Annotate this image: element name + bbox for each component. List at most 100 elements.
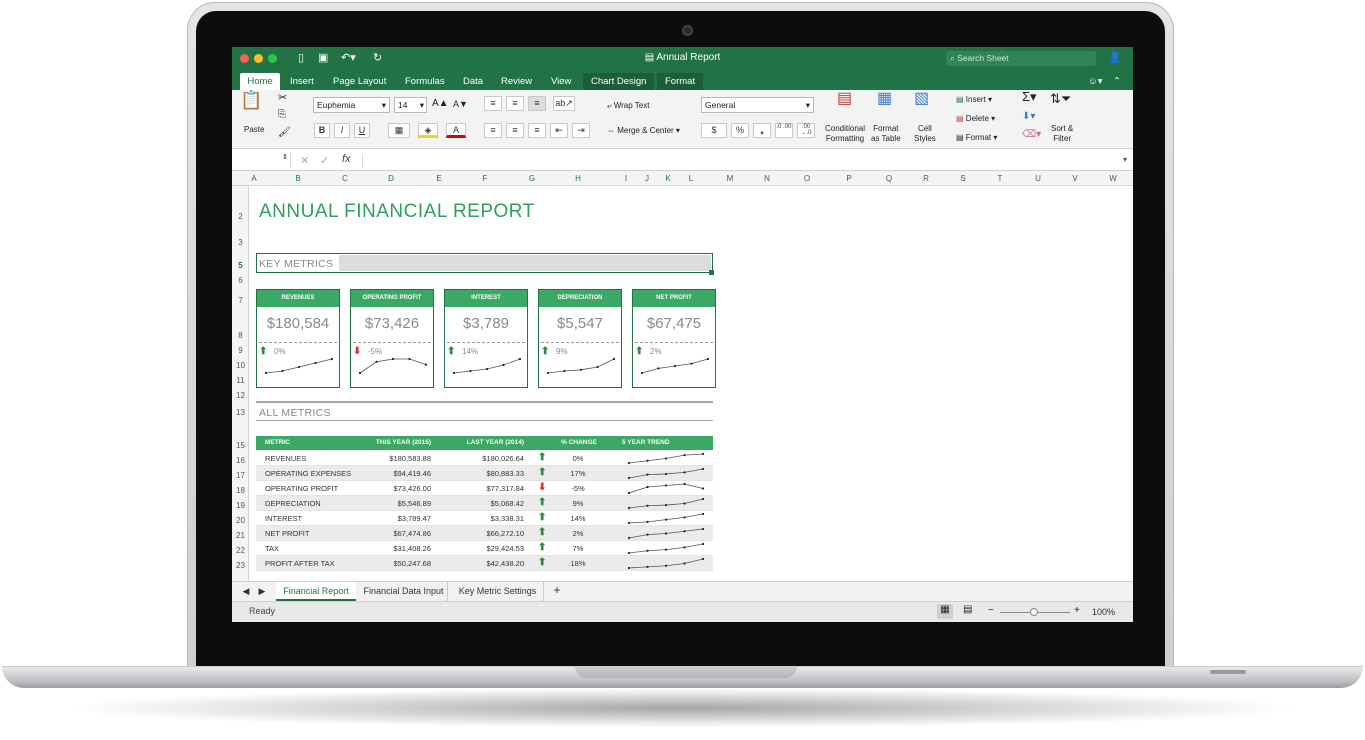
shrink-font-button[interactable]: A▼	[453, 99, 468, 109]
row-header[interactable]: 9	[232, 346, 249, 355]
cell-pct-change[interactable]: -5%	[556, 484, 600, 493]
cell-metric[interactable]: PROFIT AFTER TAX	[265, 559, 335, 568]
cell-styles-icon[interactable]: ▧	[914, 91, 929, 107]
cell-this-year[interactable]: $31,408.26	[356, 544, 431, 553]
table-row[interactable]: TAX $31,408.26 $29,424.53 ⬆ 7%	[256, 541, 713, 556]
next-sheet-icon[interactable]: ▶	[256, 582, 268, 601]
table-row[interactable]: OPERATING EXPENSES $94,419.46 $80,883.33…	[256, 466, 713, 481]
normal-view-icon[interactable]: ▦	[937, 604, 953, 619]
col-header[interactable]: E	[429, 174, 449, 183]
col-header[interactable]: N	[757, 174, 777, 183]
page-layout-view-icon[interactable]: ▤	[963, 604, 972, 615]
percent-button[interactable]: %	[731, 123, 749, 138]
zoom-in-button[interactable]: +	[1074, 605, 1080, 616]
table-row[interactable]: NET PROFIT $67,474.86 $66,272.10 ⬆ 2%	[256, 526, 713, 541]
col-header[interactable]: O	[797, 174, 817, 183]
function-button[interactable]: fx	[342, 153, 351, 165]
merge-center-button[interactable]: ⇔ Merge & Center ▾	[607, 126, 680, 136]
table-row[interactable]: DEPRECIATION $5,546.89 $5,068.42 ⬆ 9%	[256, 496, 713, 511]
sheet-tab-financial-data-input[interactable]: Financial Data Input	[360, 582, 448, 601]
cell-metric[interactable]: NET PROFIT	[265, 529, 309, 538]
cell-metric[interactable]: OPERATING PROFIT	[265, 484, 338, 493]
cell-styles-button[interactable]: Cell Styles	[914, 124, 936, 144]
cell-this-year[interactable]: $50,247.68	[356, 559, 431, 568]
cell-pct-change[interactable]: 2%	[556, 529, 600, 538]
cell-pct-change[interactable]: 18%	[556, 559, 600, 568]
add-sheet-button[interactable]: +	[548, 582, 566, 601]
font-color-icon[interactable]: A	[446, 123, 466, 138]
align-center-icon[interactable]: ≡	[506, 123, 524, 138]
col-header[interactable]: C	[335, 174, 355, 183]
row-header[interactable]: 21	[232, 531, 249, 540]
cell-metric[interactable]: TAX	[265, 544, 279, 553]
format-painter-icon[interactable]: 🖌	[278, 128, 291, 138]
cell-last-year[interactable]: $42,438.20	[446, 559, 524, 568]
cell-this-year[interactable]: $180,583.88	[356, 454, 431, 463]
cell-pct-change[interactable]: 7%	[556, 544, 600, 553]
tab-home[interactable]: Home	[240, 73, 280, 90]
format-as-table-button[interactable]: Format as Table	[871, 124, 901, 144]
feedback-smiley-icon[interactable]: ☺▾	[1088, 73, 1102, 90]
cell-this-year[interactable]: $3,789.47	[356, 514, 431, 523]
col-header[interactable]: J	[637, 174, 657, 183]
zoom-slider-thumb[interactable]	[1030, 608, 1038, 616]
table-row[interactable]: PROFIT AFTER TAX $50,247.68 $42,438.20 ⬆…	[256, 556, 713, 571]
sort-filter-icon[interactable]: ⇅⏷	[1050, 92, 1071, 105]
number-format-select[interactable]: General ▾	[701, 97, 814, 113]
col-header[interactable]: I	[616, 174, 636, 183]
sort-filter-button[interactable]: Sort & Filter	[1051, 124, 1073, 144]
format-as-table-icon[interactable]: ▦	[877, 91, 892, 107]
confirm-formula-icon[interactable]: ✓	[320, 154, 329, 167]
col-header[interactable]: F	[475, 174, 495, 183]
paste-button[interactable]: Paste	[244, 125, 264, 135]
cell-this-year[interactable]: $94,419.46	[356, 469, 431, 478]
align-middle-icon[interactable]: ≡	[506, 96, 524, 111]
cell-metric[interactable]: REVENUES	[265, 454, 306, 463]
increase-indent-icon[interactable]: ⇥	[572, 123, 590, 138]
col-header[interactable]: T	[990, 174, 1010, 183]
col-header[interactable]: M	[720, 174, 740, 183]
expand-formula-icon[interactable]: ▾	[1123, 155, 1127, 164]
autosum-icon[interactable]: Σ▾	[1022, 90, 1037, 103]
cell-pct-change[interactable]: 0%	[556, 454, 600, 463]
insert-cells-button[interactable]: ▤ Insert ▾	[956, 95, 992, 105]
row-header[interactable]: 19	[232, 501, 249, 510]
borders-icon[interactable]: ▦	[388, 123, 410, 138]
row-header[interactable]: 17	[232, 471, 249, 480]
cell-metric[interactable]: DEPRECIATION	[265, 499, 321, 508]
col-header[interactable]: G	[522, 174, 542, 183]
row-header[interactable]: 20	[232, 516, 249, 525]
row-header[interactable]: 23	[232, 561, 249, 570]
cut-icon[interactable]: ✂	[278, 93, 287, 104]
decrease-decimal-button[interactable]: .00 →.0	[797, 123, 815, 138]
row-header[interactable]: 8	[232, 331, 249, 340]
col-header[interactable]: R	[916, 174, 936, 183]
row-header[interactable]: 22	[232, 546, 249, 555]
col-header[interactable]: Q	[879, 174, 899, 183]
row-header[interactable]: 18	[232, 486, 249, 495]
decrease-indent-icon[interactable]: ⇤	[550, 123, 568, 138]
row-header[interactable]: 15	[232, 441, 249, 450]
col-header[interactable]: D	[381, 174, 401, 183]
tab-formulas[interactable]: Formulas	[405, 73, 445, 90]
cell-last-year[interactable]: $180,026.64	[446, 454, 524, 463]
cell-last-year[interactable]: $66,272.10	[446, 529, 524, 538]
cell-pct-change[interactable]: 17%	[556, 469, 600, 478]
cell-this-year[interactable]: $67,474.86	[356, 529, 431, 538]
col-header[interactable]: A	[244, 174, 264, 183]
row-header[interactable]: 16	[232, 456, 249, 465]
italic-button[interactable]: I	[334, 123, 350, 138]
row-header[interactable]: 10	[232, 361, 249, 370]
tab-insert[interactable]: Insert	[290, 73, 314, 90]
cell-last-year[interactable]: $29,424.53	[446, 544, 524, 553]
cell-pct-change[interactable]: 9%	[556, 499, 600, 508]
tab-format[interactable]: Format	[657, 73, 704, 90]
row-header[interactable]: 5	[232, 261, 249, 270]
increase-decimal-button[interactable]: .0 .00	[775, 123, 793, 138]
sheet-tab-financial-report[interactable]: Financial Report	[276, 582, 356, 601]
cell-metric[interactable]: OPERATING EXPENSES	[265, 469, 351, 478]
collapse-ribbon-icon[interactable]: ⌃	[1113, 73, 1121, 90]
col-header[interactable]: K	[658, 174, 678, 183]
fill-color-icon[interactable]: ◈	[418, 123, 438, 138]
fill-icon[interactable]: ⬇▾	[1022, 112, 1035, 122]
